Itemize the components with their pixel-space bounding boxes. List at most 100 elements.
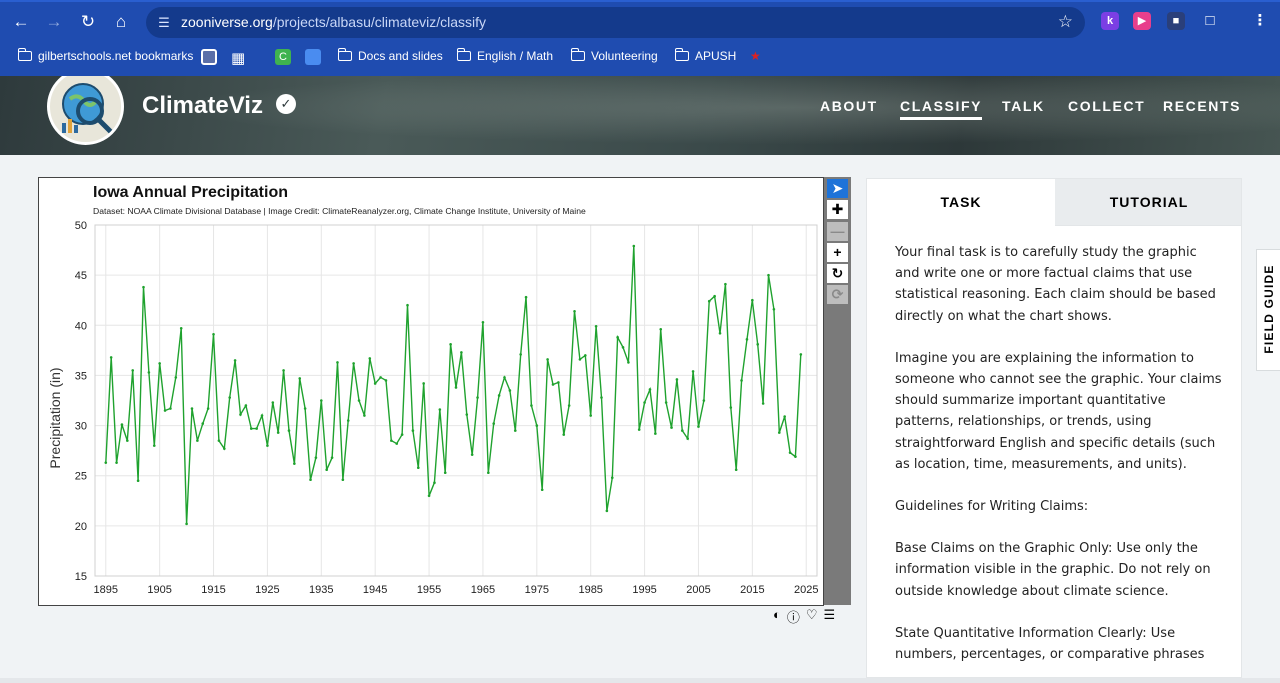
data-point — [567, 404, 571, 407]
nav-collect[interactable]: COLLECT — [1068, 98, 1145, 114]
reload-icon[interactable]: ↻ — [77, 11, 99, 33]
y-ticks: 15 20 25 30 35 40 45 50 — [75, 220, 87, 583]
task-panel: TASK TUTORIAL Your final task is to care… — [866, 178, 1242, 678]
address-bar[interactable]: ☰ zooniverse.org/projects/albasu/climate… — [146, 7, 1085, 38]
data-point — [540, 488, 544, 492]
data-point — [400, 433, 404, 436]
data-point — [325, 468, 328, 471]
nav-about[interactable]: ABOUT — [820, 98, 878, 114]
bookmark-apush[interactable]: APUSH — [674, 48, 736, 63]
bookmark-star-flag-icon[interactable]: ★ — [750, 49, 761, 63]
zoom-out-icon[interactable]: — — [827, 222, 848, 241]
data-point — [707, 299, 711, 303]
y-tick-label: 20 — [75, 521, 87, 533]
data-point — [702, 399, 706, 402]
field-guide-label: FIELD GUIDE — [1262, 264, 1276, 354]
data-point — [718, 332, 722, 335]
bookmark-app-icon-4[interactable] — [305, 49, 321, 65]
data-point — [605, 509, 609, 513]
project-title[interactable]: ClimateViz — [142, 92, 263, 120]
browser-toolbar: ← → ↻ ⌂ ☰ zooniverse.org/projects/albasu… — [0, 0, 1280, 76]
back-icon[interactable]: ← — [10, 11, 32, 33]
y-axis-label: Precipitation (in) — [47, 367, 63, 468]
data-point — [627, 361, 630, 364]
data-point — [573, 309, 576, 313]
task-paragraph: Your final task is to carefully study th… — [895, 245, 1216, 324]
data-point — [120, 423, 124, 426]
y-tick-label: 50 — [75, 220, 87, 232]
tab-tutorial[interactable]: TUTORIAL — [1055, 179, 1241, 226]
data-point — [788, 451, 792, 454]
url-text[interactable]: zooniverse.org/projects/albasu/climatevi… — [181, 14, 486, 30]
y-tick-label: 40 — [75, 320, 87, 332]
data-point — [357, 399, 361, 402]
field-guide-tab[interactable]: FIELD GUIDE — [1256, 249, 1280, 371]
bookmark-english-math[interactable]: English / Math — [456, 48, 553, 63]
pan-tool-icon[interactable]: ✚ — [827, 200, 848, 219]
data-point — [476, 396, 479, 399]
x-tick-label: 1945 — [363, 584, 387, 596]
data-point — [201, 422, 205, 425]
nav-talk[interactable]: TALK — [1002, 98, 1045, 114]
nav-classify[interactable]: CLASSIFY — [900, 98, 983, 120]
x-tick-label: 1995 — [632, 584, 656, 596]
forward-icon[interactable]: → — [43, 11, 65, 33]
pointer-tool-icon[interactable]: ➤ — [827, 179, 848, 198]
extension-record-icon[interactable]: ▶ — [1133, 12, 1151, 30]
bookmark-app-icon-1[interactable] — [201, 49, 217, 65]
tab-task[interactable]: TASK — [867, 179, 1055, 226]
data-point — [174, 376, 178, 379]
data-point — [147, 371, 151, 374]
data-point — [131, 369, 135, 372]
rotate-icon[interactable]: ↻ — [827, 264, 848, 283]
reset-icon[interactable]: ⟳ — [827, 285, 848, 304]
data-point — [724, 282, 727, 286]
y-tick-label: 45 — [75, 270, 87, 282]
collections-list-icon[interactable]: ☰ — [824, 607, 836, 623]
extension-tool-icon[interactable]: ■ — [1167, 12, 1185, 30]
data-point — [158, 362, 161, 365]
data-point — [584, 354, 587, 357]
data-point — [578, 358, 582, 361]
zoom-in-icon[interactable]: + — [827, 243, 848, 262]
tab-strip-edge — [0, 0, 1280, 2]
extension-k-icon[interactable]: k — [1101, 12, 1119, 30]
app-blue-icon — [305, 49, 321, 65]
task-paragraph: Guidelines for Writing Claims: — [895, 499, 1089, 515]
favorite-heart-icon[interactable]: ♡ — [806, 607, 818, 623]
site-info-icon[interactable]: ☰ — [154, 13, 174, 33]
data-point — [740, 379, 743, 382]
bookmark-docs-and-slides[interactable]: Docs and slides — [337, 48, 443, 63]
data-point — [675, 378, 679, 381]
bookmark-app-icon-2[interactable]: ▦ — [231, 49, 245, 67]
data-point — [115, 461, 118, 464]
bookmark-star-icon[interactable]: ☆ — [1058, 12, 1073, 32]
data-point — [492, 422, 496, 425]
data-point — [487, 471, 490, 475]
home-icon[interactable]: ⌂ — [110, 11, 132, 33]
data-point — [384, 379, 388, 382]
data-point — [519, 353, 522, 356]
invert-contrast-icon[interactable]: ◐ — [773, 607, 781, 623]
folder-icon — [570, 48, 585, 61]
data-point — [562, 433, 566, 436]
bookmark-volunteering[interactable]: Volunteering — [570, 48, 658, 63]
url-host: zooniverse.org — [181, 14, 273, 30]
info-icon[interactable]: ⓘ — [787, 607, 800, 625]
nav-recents[interactable]: RECENTS — [1163, 98, 1241, 114]
x-tick-label: 1955 — [417, 584, 441, 596]
data-point — [427, 494, 431, 498]
data-point — [422, 382, 425, 385]
subject-viewer[interactable]: Iowa Annual Precipitation Dataset: NOAA … — [38, 177, 824, 606]
data-point — [799, 353, 803, 356]
project-avatar[interactable] — [47, 76, 124, 145]
x-ticks: 1895 1905 1915 1925 1935 1945 1955 1965 1975 1985… — [94, 584, 819, 596]
bookmark-gilbertschools[interactable]: gilbertschools.net bookmarks — [17, 48, 193, 63]
menu-kebab-icon[interactable]: ⋮ — [1251, 12, 1269, 30]
extensions-puzzle-icon[interactable]: □ — [1201, 12, 1219, 30]
bookmark-app-icon-3[interactable]: C — [275, 49, 291, 65]
data-point — [449, 343, 452, 346]
data-point — [508, 389, 512, 392]
x-tick-label: 1935 — [309, 584, 333, 596]
data-point — [169, 407, 172, 410]
